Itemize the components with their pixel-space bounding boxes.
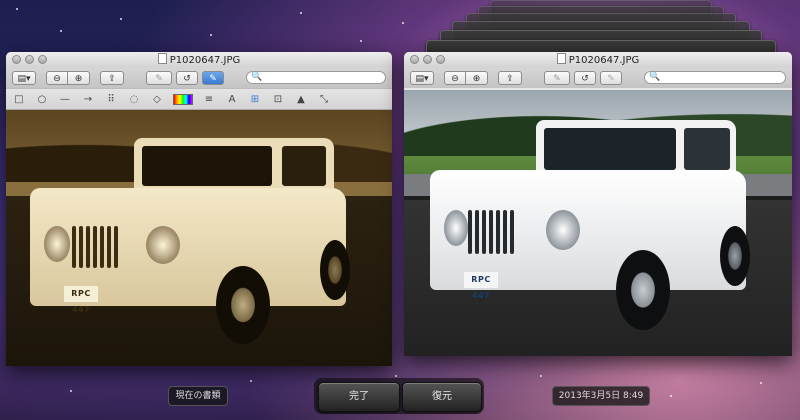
pen-tool-button[interactable]: ✎ bbox=[146, 71, 172, 85]
right-headlight bbox=[146, 226, 180, 264]
window-title: P1020647.JPG bbox=[6, 53, 392, 66]
title-bar[interactable]: P1020647.JPG bbox=[404, 52, 792, 68]
star bbox=[120, 18, 122, 20]
past-version-window[interactable]: P1020647.JPG ▤▾ ⊖ ⊕ ⇪ ✎ ↺ ✎ 🔍 RPC 447 bbox=[404, 52, 792, 356]
toolbar: ▤▾ ⊖ ⊕ ⇪ ✎ ↺ ✎ 🔍 bbox=[6, 68, 392, 88]
current-document-window[interactable]: P1020647.JPG ▤▾ ⊖ ⊕ ⇪ ✎ ↺ ✎ 🔍 □ ○ — → ⠿ … bbox=[6, 52, 392, 366]
version-timestamp: 2013年3月5日 8:49 bbox=[552, 386, 650, 406]
left-headlight bbox=[444, 210, 468, 246]
toolbar: ▤▾ ⊖ ⊕ ⇪ ✎ ↺ ✎ 🔍 bbox=[404, 68, 792, 88]
license-plate: RPC 447 bbox=[464, 272, 498, 300]
edit-toolbar-button[interactable]: ✎ bbox=[600, 71, 622, 85]
star bbox=[250, 380, 252, 382]
document-icon bbox=[157, 53, 167, 64]
rear-wheel bbox=[720, 226, 750, 286]
sidebar-toggle-button[interactable]: ▤▾ bbox=[410, 71, 434, 85]
rectangle-tool-icon[interactable]: □ bbox=[12, 94, 26, 105]
right-headlight bbox=[546, 210, 580, 250]
adjust-color-icon[interactable]: ▲ bbox=[294, 94, 308, 105]
zoom-out-button[interactable]: ⊖ bbox=[444, 71, 466, 85]
line-style-icon[interactable]: ≡ bbox=[202, 94, 216, 105]
star bbox=[70, 390, 72, 392]
sidebar-icon: ▤▾ bbox=[415, 74, 429, 84]
window-title-text: P1020647.JPG bbox=[169, 55, 241, 66]
zoom-in-button[interactable]: ⊕ bbox=[68, 71, 90, 85]
jeep-windshield bbox=[142, 146, 272, 186]
shape-tool-icon[interactable]: ◇ bbox=[150, 94, 164, 105]
resize-tool-icon[interactable]: ⤡ bbox=[317, 94, 331, 105]
zoom-out-button[interactable]: ⊖ bbox=[46, 71, 68, 85]
selection-tool-icon[interactable]: ⠿ bbox=[104, 94, 118, 105]
grid-selection-icon[interactable]: ⊞ bbox=[248, 94, 262, 105]
sidebar-icon: ▤▾ bbox=[17, 74, 31, 84]
zoom-control: ⊖ ⊕ bbox=[46, 71, 90, 85]
document-icon bbox=[556, 53, 566, 64]
title-bar[interactable]: P1020647.JPG bbox=[6, 52, 392, 68]
line-tool-icon[interactable]: — bbox=[58, 94, 72, 105]
rotate-button[interactable]: ↺ bbox=[574, 71, 596, 85]
left-headlight bbox=[44, 226, 70, 262]
star bbox=[760, 382, 762, 384]
search-field[interactable]: 🔍 bbox=[644, 71, 786, 84]
jeep-side-window bbox=[684, 128, 730, 170]
photo-color: RPC 447 bbox=[404, 90, 792, 356]
sidebar-toggle-button[interactable]: ▤▾ bbox=[12, 71, 36, 85]
jeep-windshield bbox=[544, 128, 676, 170]
rear-wheel bbox=[320, 240, 350, 300]
window-title: P1020647.JPG bbox=[404, 53, 792, 66]
zoom-control: ⊖ ⊕ bbox=[444, 71, 488, 85]
pen-tool-button[interactable]: ✎ bbox=[544, 71, 570, 85]
text-tool-icon[interactable]: A bbox=[225, 94, 239, 105]
star bbox=[395, 375, 397, 377]
rotate-button[interactable]: ↺ bbox=[176, 71, 198, 85]
star bbox=[402, 22, 404, 24]
markup-toolbar: □ ○ — → ⠿ ◌ ◇ ≡ A ⊞ ⊡ ▲ ⤡ bbox=[6, 88, 392, 110]
oval-tool-icon[interactable]: ○ bbox=[35, 94, 49, 105]
restore-button[interactable]: 復元 bbox=[402, 382, 482, 412]
star bbox=[300, 12, 302, 14]
crop-tool-icon[interactable]: ⊡ bbox=[271, 94, 285, 105]
share-button[interactable]: ⇪ bbox=[100, 71, 124, 85]
photo-sepia: RPC 447 bbox=[6, 110, 392, 366]
search-icon: 🔍 bbox=[251, 72, 263, 82]
edit-toolbar-button[interactable]: ✎ bbox=[202, 71, 224, 85]
color-picker-icon[interactable] bbox=[173, 93, 193, 105]
search-field[interactable]: 🔍 bbox=[246, 71, 386, 84]
jeep-grille bbox=[72, 226, 152, 268]
search-icon: 🔍 bbox=[649, 72, 661, 82]
star bbox=[60, 30, 62, 32]
jeep-grille bbox=[468, 210, 550, 254]
front-wheel bbox=[616, 250, 670, 330]
share-button[interactable]: ⇪ bbox=[498, 71, 522, 85]
done-button[interactable]: 完了 bbox=[318, 382, 400, 412]
zoom-in-button[interactable]: ⊕ bbox=[466, 71, 488, 85]
window-title-text: P1020647.JPG bbox=[568, 55, 640, 66]
star bbox=[670, 395, 672, 397]
star bbox=[360, 40, 362, 42]
front-wheel bbox=[216, 266, 270, 344]
star bbox=[210, 34, 212, 36]
jeep-side-window bbox=[282, 146, 326, 186]
license-plate: RPC 447 bbox=[64, 286, 98, 314]
speech-bubble-tool-icon[interactable]: ◌ bbox=[127, 94, 141, 105]
star bbox=[16, 8, 18, 10]
arrow-tool-icon[interactable]: → bbox=[81, 94, 95, 105]
current-document-label: 現在の書類 bbox=[168, 386, 228, 406]
star bbox=[540, 375, 542, 377]
